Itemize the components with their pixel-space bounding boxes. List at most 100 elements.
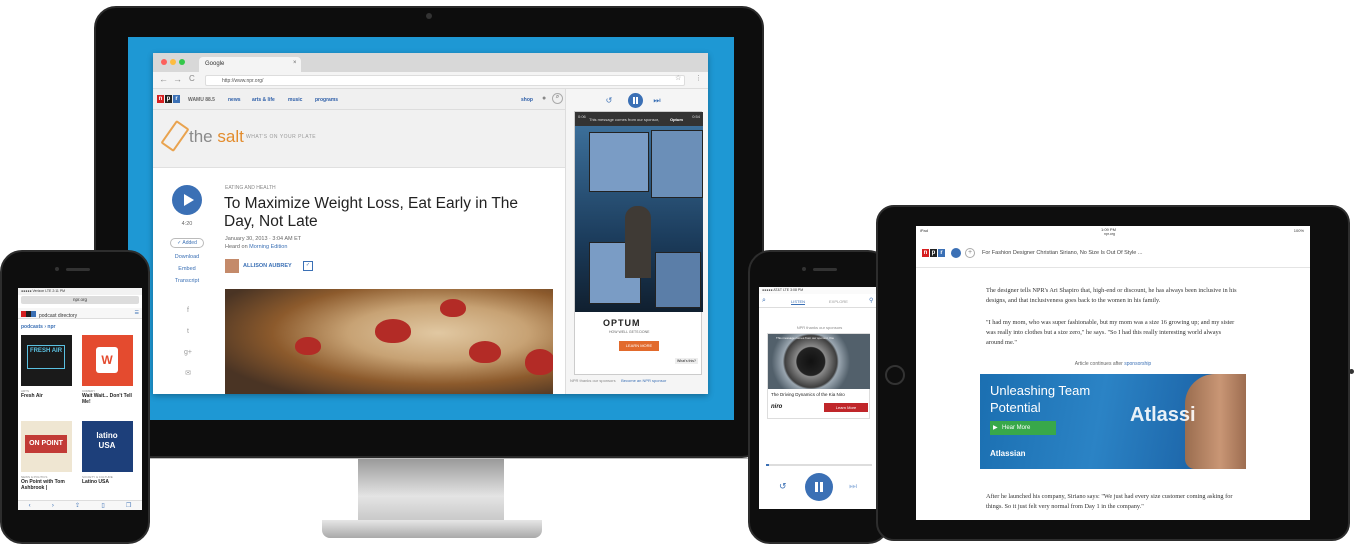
nav-shop[interactable]: shop bbox=[521, 97, 533, 103]
ad-image[interactable]: This message comes from our sponsor, Kia bbox=[768, 334, 870, 389]
ad-brand: niro bbox=[771, 404, 783, 410]
tile-caption[interactable]: Fresh Air bbox=[21, 393, 73, 399]
sponsor-ad[interactable]: Atlassi Unleashing Team Potential ▶ Hear … bbox=[980, 374, 1246, 469]
podcast-tile-on-point[interactable]: ON POINT bbox=[21, 421, 72, 472]
learn-more-button[interactable]: Learn More bbox=[824, 403, 868, 412]
address-row: ← → C http://www.npr.org/ ☆ ⋮ bbox=[153, 72, 708, 89]
bar-title: podcast directory bbox=[39, 313, 78, 319]
heard-on-show-link[interactable]: Morning Edition bbox=[249, 244, 287, 250]
transcript-link[interactable]: Transcript bbox=[165, 278, 209, 284]
ad-video[interactable] bbox=[575, 126, 703, 312]
left-phone-screen: ●●●●● Verizon LTE 2:11 PM npr.org podcas… bbox=[18, 288, 142, 510]
npr-logo[interactable]: npr bbox=[922, 249, 945, 257]
progress-bar[interactable] bbox=[766, 464, 872, 466]
camera-icon bbox=[426, 13, 432, 19]
download-link[interactable]: Download bbox=[165, 254, 209, 260]
podcast-tile-latino-usa[interactable]: latino USA bbox=[82, 421, 133, 472]
player-sidebar: ↺ ⏭ 0:06 This message comes from our spo… bbox=[565, 89, 708, 394]
blog-tagline: WHAT'S ON YOUR PLATE bbox=[246, 134, 317, 140]
right-phone-screen: ●●●●● AT&T LTE 3:08 PM ⌕ LISTEN EXPLORE … bbox=[759, 287, 880, 509]
podcast-tile-fresh-air[interactable]: FRESH AIR bbox=[21, 335, 72, 386]
added-button[interactable]: ✓ Added bbox=[170, 238, 204, 248]
menu-icon[interactable]: ☰ bbox=[135, 310, 139, 316]
rewind-icon[interactable]: ↺ bbox=[779, 481, 787, 492]
tile-caption[interactable]: On Point with Tom Ashbrook | bbox=[21, 479, 73, 491]
bookmark-star-icon[interactable]: ☆ bbox=[675, 74, 681, 82]
become-sponsor-link[interactable]: Become an NPR sponsor bbox=[621, 378, 666, 383]
nav-arts-life[interactable]: arts & life bbox=[252, 97, 275, 103]
reload-icon[interactable]: C bbox=[189, 74, 195, 83]
pause-button[interactable] bbox=[805, 473, 833, 501]
article-date: January 30, 2013 · 3:04 AM ET bbox=[225, 236, 302, 242]
back-icon[interactable]: ← bbox=[159, 74, 168, 84]
article-photo bbox=[225, 289, 553, 394]
whats-this-link[interactable]: What's this? bbox=[675, 358, 698, 364]
pause-button[interactable] bbox=[628, 93, 643, 108]
user-icon[interactable]: ● bbox=[542, 95, 546, 102]
search-icon[interactable]: ⌕ bbox=[762, 297, 766, 305]
play-button[interactable] bbox=[951, 248, 961, 258]
browser-tab[interactable]: Google bbox=[199, 57, 301, 72]
rewind-icon[interactable]: ↺ bbox=[602, 94, 616, 108]
phone-speaker bbox=[813, 268, 837, 271]
blog-title[interactable]: the salt bbox=[189, 127, 244, 147]
address-bar[interactable]: http://www.npr.org/ bbox=[205, 75, 685, 86]
ipad-screen: iPad 1:09 PM npr.org 100% npr + For Fash… bbox=[916, 226, 1310, 520]
audio-duration: 4:20 bbox=[181, 221, 193, 227]
forward-icon[interactable]: › bbox=[52, 501, 54, 510]
email-icon[interactable]: ✉ bbox=[184, 370, 192, 378]
play-icon: ▶ bbox=[993, 425, 998, 431]
ad-brand: OPTUM bbox=[603, 318, 641, 328]
heard-on: Heard on Morning Edition bbox=[225, 244, 288, 250]
forward-icon[interactable]: → bbox=[173, 74, 182, 84]
play-button[interactable] bbox=[172, 185, 202, 215]
tab-close-icon[interactable]: × bbox=[293, 60, 297, 66]
tile-caption[interactable]: Latino USA bbox=[82, 479, 134, 485]
sponsor-ad: This message comes from our sponsor, Kia… bbox=[767, 333, 870, 419]
tile-caption[interactable]: Wait Wait... Don't Tell Me! bbox=[82, 393, 134, 405]
status-bar: ●●●●● AT&T LTE 3:08 PM bbox=[759, 287, 880, 294]
home-button[interactable] bbox=[885, 365, 905, 385]
npr-logo[interactable]: npr bbox=[157, 95, 180, 103]
ad-learn-more-button[interactable]: LEARN MORE bbox=[619, 341, 659, 351]
app-tab-bar: ⌕ LISTEN EXPLORE ⚲ bbox=[759, 295, 880, 308]
article-kicker[interactable]: EATING AND HEALTH bbox=[225, 185, 276, 191]
skip-icon[interactable]: ⏭ bbox=[849, 481, 857, 492]
podcast-tile-wait-wait[interactable]: W bbox=[82, 335, 133, 386]
user-icon[interactable]: ⚲ bbox=[869, 297, 873, 304]
phone-address-bar[interactable]: npr.org bbox=[21, 296, 139, 304]
author-avatar bbox=[225, 259, 239, 273]
tabs-icon[interactable]: ❐ bbox=[126, 501, 131, 510]
close-window-icon[interactable] bbox=[161, 59, 167, 65]
phone-camera-icon bbox=[55, 267, 59, 271]
pencil-icon bbox=[160, 119, 190, 153]
twitter-icon[interactable]: t bbox=[184, 328, 192, 336]
embed-link[interactable]: Embed bbox=[165, 266, 209, 272]
add-button[interactable]: + bbox=[965, 248, 975, 258]
sponsorship-link[interactable]: sponsorship bbox=[1124, 361, 1151, 367]
story-title: For Fashion Designer Christian Siriano, … bbox=[982, 250, 1143, 256]
google-plus-icon[interactable]: g+ bbox=[184, 349, 192, 357]
nav-music[interactable]: music bbox=[288, 97, 302, 103]
hear-more-button[interactable]: ▶ Hear More bbox=[990, 421, 1056, 435]
sponsor-thanks: NPR thanks our sponsors bbox=[796, 325, 843, 330]
share-icon[interactable]: ⇪ bbox=[75, 501, 80, 510]
tab-listen[interactable]: LISTEN bbox=[791, 299, 806, 305]
breadcrumb[interactable]: podcasts › npr bbox=[21, 324, 55, 330]
twitter-follow-icon[interactable]: ✓ bbox=[303, 261, 313, 271]
ad-header: 0:06 This message comes from our sponsor… bbox=[575, 112, 703, 126]
bookmarks-icon[interactable]: ▯ bbox=[101, 501, 104, 510]
facebook-icon[interactable]: f bbox=[184, 307, 192, 315]
search-icon[interactable]: ⌕ bbox=[552, 93, 563, 104]
back-icon[interactable]: ‹ bbox=[29, 501, 31, 510]
nav-programs[interactable]: programs bbox=[315, 97, 338, 103]
author-link[interactable]: ALLISON AUBREY bbox=[243, 263, 292, 269]
skip-icon[interactable]: ⏭ bbox=[650, 94, 664, 108]
zoom-window-icon[interactable] bbox=[179, 59, 185, 65]
browser-window: Google × ← → C http://www.npr.org/ ☆ ⋮ n… bbox=[153, 53, 708, 394]
menu-icon[interactable]: ⋮ bbox=[695, 74, 702, 82]
nav-news[interactable]: news bbox=[228, 97, 241, 103]
minimize-window-icon[interactable] bbox=[170, 59, 176, 65]
tab-explore[interactable]: EXPLORE bbox=[829, 299, 848, 304]
station-label[interactable]: WAMU 88.5 bbox=[188, 97, 215, 103]
